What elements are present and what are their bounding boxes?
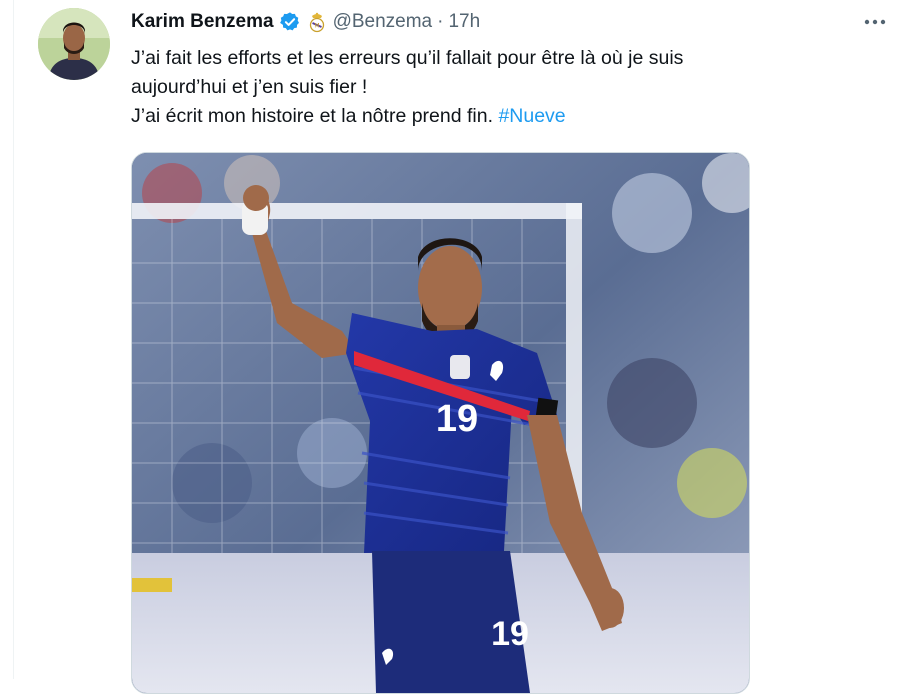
tweet-timestamp[interactable]: 17h: [448, 11, 480, 33]
separator-dot: ·: [437, 11, 444, 32]
more-options-icon[interactable]: [857, 8, 893, 36]
tweet-text-line-1: J’ai fait les efforts et les erreurs qu’…: [131, 47, 684, 69]
real-madrid-crest-icon: M: [309, 11, 325, 33]
avatar-image: [38, 8, 110, 80]
tweet-media-photo[interactable]: 19 19: [131, 152, 750, 694]
svg-text:M: M: [314, 23, 319, 30]
player-celebration-photo: 19 19: [132, 153, 749, 693]
tweet-header: Karim Benzema M @Benzema · 17h: [131, 9, 480, 35]
hashtag-link[interactable]: #Nueve: [498, 105, 565, 127]
author-avatar[interactable]: [38, 8, 110, 80]
tweet-text-line-3-text: J’ai écrit mon histoire et la nôtre pren…: [131, 105, 494, 127]
tweet-text-line-2: aujourd’hui et j’en suis fier !: [131, 76, 368, 98]
jersey-number: 19: [436, 398, 478, 440]
author-name[interactable]: Karim Benzema: [131, 11, 274, 33]
tweet-text-line-3: J’ai écrit mon histoire et la nôtre pren…: [131, 102, 851, 131]
author-handle[interactable]: @Benzema: [333, 11, 433, 33]
tweet-text: J’ai fait les efforts et les erreurs qu’…: [131, 44, 851, 131]
verified-badge-icon: [279, 11, 301, 33]
tweet-card[interactable]: Karim Benzema M @Benzema · 17h J’ai fait…: [13, 0, 917, 694]
shorts-number: 19: [491, 615, 529, 653]
